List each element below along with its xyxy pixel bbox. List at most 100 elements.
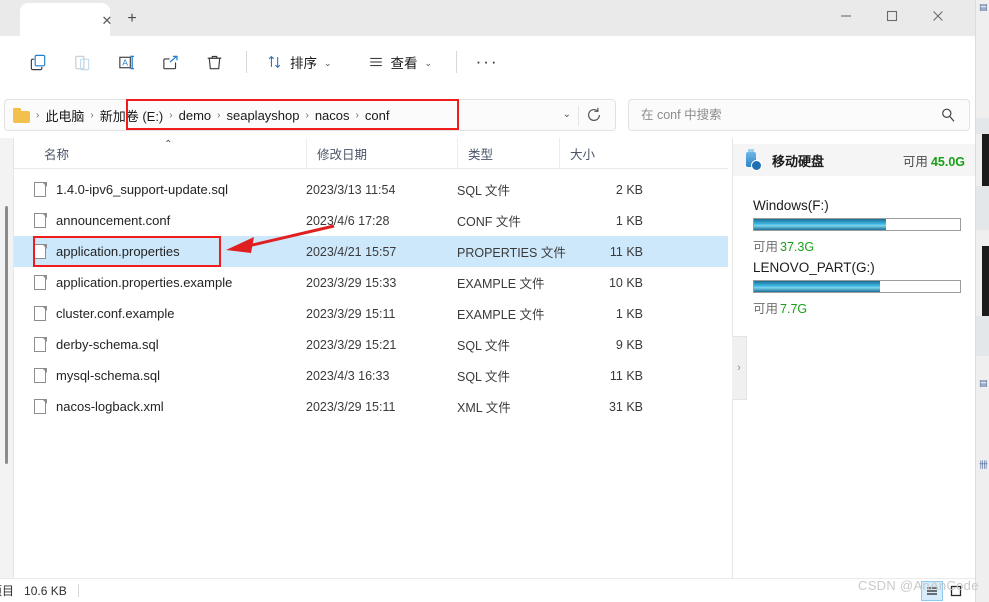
- view-button[interactable]: 查看 ⌄: [358, 45, 443, 79]
- breadcrumb-item-5[interactable]: conf: [361, 108, 394, 123]
- search-icon[interactable]: [940, 107, 957, 124]
- tab-close-icon[interactable]: ✕: [98, 12, 116, 30]
- file-name-cell[interactable]: nacos-logback.xml: [14, 398, 164, 415]
- file-name-cell[interactable]: application.properties: [14, 243, 180, 260]
- usb-drive-icon: [741, 149, 763, 171]
- volume-name: Windows(F:): [753, 198, 829, 213]
- column-header-size[interactable]: 大小: [559, 138, 666, 168]
- tab-conf[interactable]: ✕: [20, 3, 112, 36]
- file-size-cell: 1 KB: [615, 306, 643, 321]
- file-name-cell[interactable]: cluster.conf.example: [14, 305, 175, 322]
- breadcrumb-item-2[interactable]: demo: [175, 108, 216, 123]
- volume-free-value: 7.7G: [780, 302, 808, 316]
- tab-bar: ✕ +: [0, 0, 975, 36]
- file-name-label: application.properties.example: [56, 275, 233, 290]
- background-icon-low: 卌: [979, 460, 989, 470]
- rename-icon[interactable]: A: [104, 45, 148, 79]
- file-icon: [34, 274, 47, 291]
- file-icon: [34, 212, 47, 229]
- background-band-1: [976, 118, 989, 134]
- breadcrumb: › 此电脑 › 新加卷 (E:) › demo › seaplayshop › …: [34, 106, 393, 125]
- file-list: 名称 ⌃ 修改日期 类型 大小 1.4.0-ipv6_support-updat…: [14, 138, 728, 578]
- address-dropdown-icon[interactable]: ⌄: [563, 109, 571, 120]
- file-name-cell[interactable]: 1.4.0-ipv6_support-update.sql: [14, 181, 229, 198]
- file-name-label: 1.4.0-ipv6_support-update.sql: [56, 182, 229, 197]
- file-name-label: mysql-schema.sql: [56, 368, 161, 383]
- window-controls: [823, 0, 961, 32]
- volume-lenovo-part-g[interactable]: LENOVO_PART(G:) 可用 7.7G: [753, 260, 963, 317]
- table-row[interactable]: announcement.conf 2023/4/6 17:28 CONF 文件 1 …: [14, 205, 728, 236]
- breadcrumb-item-4[interactable]: nacos: [311, 108, 354, 123]
- file-name-cell[interactable]: derby-schema.sql: [14, 336, 159, 353]
- table-row[interactable]: nacos-logback.xml 2023/3/29 15:11 XML 文件 31…: [14, 391, 728, 422]
- copy-icon[interactable]: [16, 45, 60, 79]
- table-row[interactable]: application.properties 2023/4/21 15:57 PRO…: [14, 236, 728, 267]
- file-name-cell[interactable]: mysql-schema.sql: [14, 367, 161, 384]
- delete-icon[interactable]: [192, 45, 236, 79]
- breadcrumb-separator-2: ›: [169, 109, 173, 121]
- close-icon[interactable]: [915, 1, 961, 31]
- paste-icon[interactable]: [60, 45, 104, 79]
- new-tab-button[interactable]: +: [120, 8, 144, 30]
- background-icon-top: ▤: [979, 2, 988, 12]
- volume-free-text: 可用 37.3G: [753, 236, 963, 255]
- maximize-icon[interactable]: [869, 1, 915, 31]
- sort-button[interactable]: 排序 ⌄: [257, 45, 342, 79]
- breadcrumb-item-0[interactable]: 此电脑: [41, 106, 88, 125]
- minimize-icon[interactable]: [823, 1, 869, 31]
- file-type-cell: XML 文件: [457, 401, 511, 415]
- table-row[interactable]: mysql-schema.sql 2023/4/3 16:33 SQL 文件 11 K…: [14, 360, 728, 391]
- file-date-cell: 2023/3/29 15:11: [306, 399, 396, 414]
- volume-usage-fill: [754, 219, 886, 230]
- file-type-cell: EXAMPLE 文件: [457, 308, 545, 322]
- more-options-button[interactable]: ···: [467, 45, 507, 79]
- file-icon: [34, 336, 47, 353]
- column-header-date-label: 修改日期: [317, 147, 368, 162]
- file-size-cell: 31 KB: [608, 399, 643, 414]
- column-header-date[interactable]: 修改日期: [306, 138, 457, 168]
- breadcrumb-separator-5: ›: [355, 109, 359, 121]
- file-date-cell: 2023/4/3 16:33: [306, 368, 390, 383]
- breadcrumb-separator-0: ›: [36, 109, 40, 121]
- file-name-cell[interactable]: application.properties.example: [14, 274, 233, 291]
- file-name-label: announcement.conf: [56, 213, 171, 228]
- volume-free-text: 可用 7.7G: [753, 298, 963, 317]
- file-type-cell: SQL 文件: [457, 184, 511, 198]
- file-name-label: cluster.conf.example: [56, 306, 175, 321]
- navigation-scrollbar-thumb[interactable]: [5, 206, 8, 464]
- navigation-pane-strip: [0, 138, 14, 578]
- sort-ascending-icon: ⌃: [164, 139, 173, 150]
- file-rows-container: 1.4.0-ipv6_support-update.sql 2023/3/13 1…: [14, 169, 728, 422]
- file-name-label: nacos-logback.xml: [56, 399, 164, 414]
- file-name-cell[interactable]: announcement.conf: [14, 212, 171, 229]
- address-bar[interactable]: › 此电脑 › 新加卷 (E:) › demo › seaplayshop › …: [4, 99, 616, 131]
- toolbar-divider-2: [456, 51, 458, 73]
- breadcrumb-separator-4: ›: [305, 109, 309, 121]
- table-row[interactable]: 1.4.0-ipv6_support-update.sql 2023/3/13 1…: [14, 174, 728, 205]
- expand-pane-handle[interactable]: ›: [732, 336, 747, 400]
- file-size-cell: 10 KB: [608, 275, 643, 290]
- search-box[interactable]: [628, 99, 970, 131]
- file-type-cell: CONF 文件: [457, 215, 521, 229]
- breadcrumb-item-3[interactable]: seaplayshop: [222, 108, 303, 123]
- column-header-type[interactable]: 类型: [457, 138, 559, 168]
- column-headers: 名称 ⌃ 修改日期 类型 大小: [14, 138, 728, 169]
- drive-title: 移动硬盘: [772, 153, 825, 169]
- file-icon: [34, 398, 47, 415]
- refresh-icon[interactable]: [585, 106, 605, 126]
- breadcrumb-item-1[interactable]: 新加卷 (E:): [96, 106, 168, 125]
- folder-icon: [13, 107, 31, 123]
- drive-panel-header: 移动硬盘 可用 45.0G: [733, 144, 975, 176]
- svg-text:A: A: [122, 57, 128, 67]
- background-window-sliver: ▤ ▤ 卌: [975, 0, 989, 602]
- volume-windows-f[interactable]: Windows(F:) 可用 37.3G: [753, 198, 963, 255]
- file-size-cell: 1 KB: [615, 213, 643, 228]
- table-row[interactable]: application.properties.example 2023/3/29 …: [14, 267, 728, 298]
- share-icon[interactable]: [148, 45, 192, 79]
- table-row[interactable]: derby-schema.sql 2023/3/29 15:21 SQL 文件 9 K…: [14, 329, 728, 360]
- search-input[interactable]: [639, 107, 933, 123]
- volume-name: LENOVO_PART(G:): [753, 260, 875, 275]
- file-type-cell: SQL 文件: [457, 370, 511, 384]
- table-row[interactable]: cluster.conf.example 2023/3/29 15:11 EXAMP…: [14, 298, 728, 329]
- column-header-name-label: 名称: [44, 147, 70, 162]
